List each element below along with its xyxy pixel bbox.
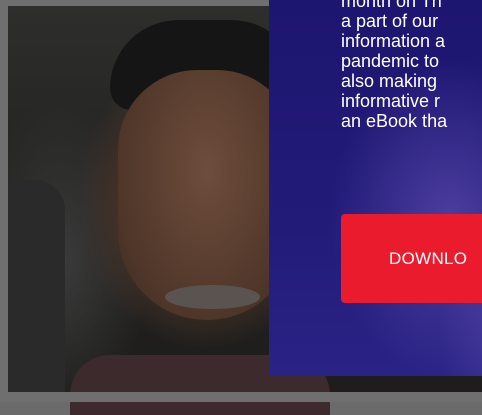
frame-left-edge	[0, 0, 8, 402]
promo-text: month on Th a part of our information a …	[341, 0, 482, 131]
promo-text-line: also making	[341, 71, 438, 91]
promo-text-line: an eBook tha	[341, 111, 448, 131]
promo-text-line: informative r	[341, 91, 441, 111]
photo-left-figure	[0, 180, 65, 402]
promo-text-line: a part of our	[341, 11, 439, 31]
promo-panel: month on Th a part of our information a …	[269, 0, 482, 376]
promo-text-line: month on Th	[341, 0, 442, 11]
photo-mustache	[165, 285, 260, 309]
promo-text-line: pandemic to	[341, 51, 440, 71]
download-button[interactable]: DOWNLO	[341, 214, 482, 303]
frame-bottom-edge	[0, 392, 482, 402]
promo-text-line: information a	[341, 31, 446, 51]
